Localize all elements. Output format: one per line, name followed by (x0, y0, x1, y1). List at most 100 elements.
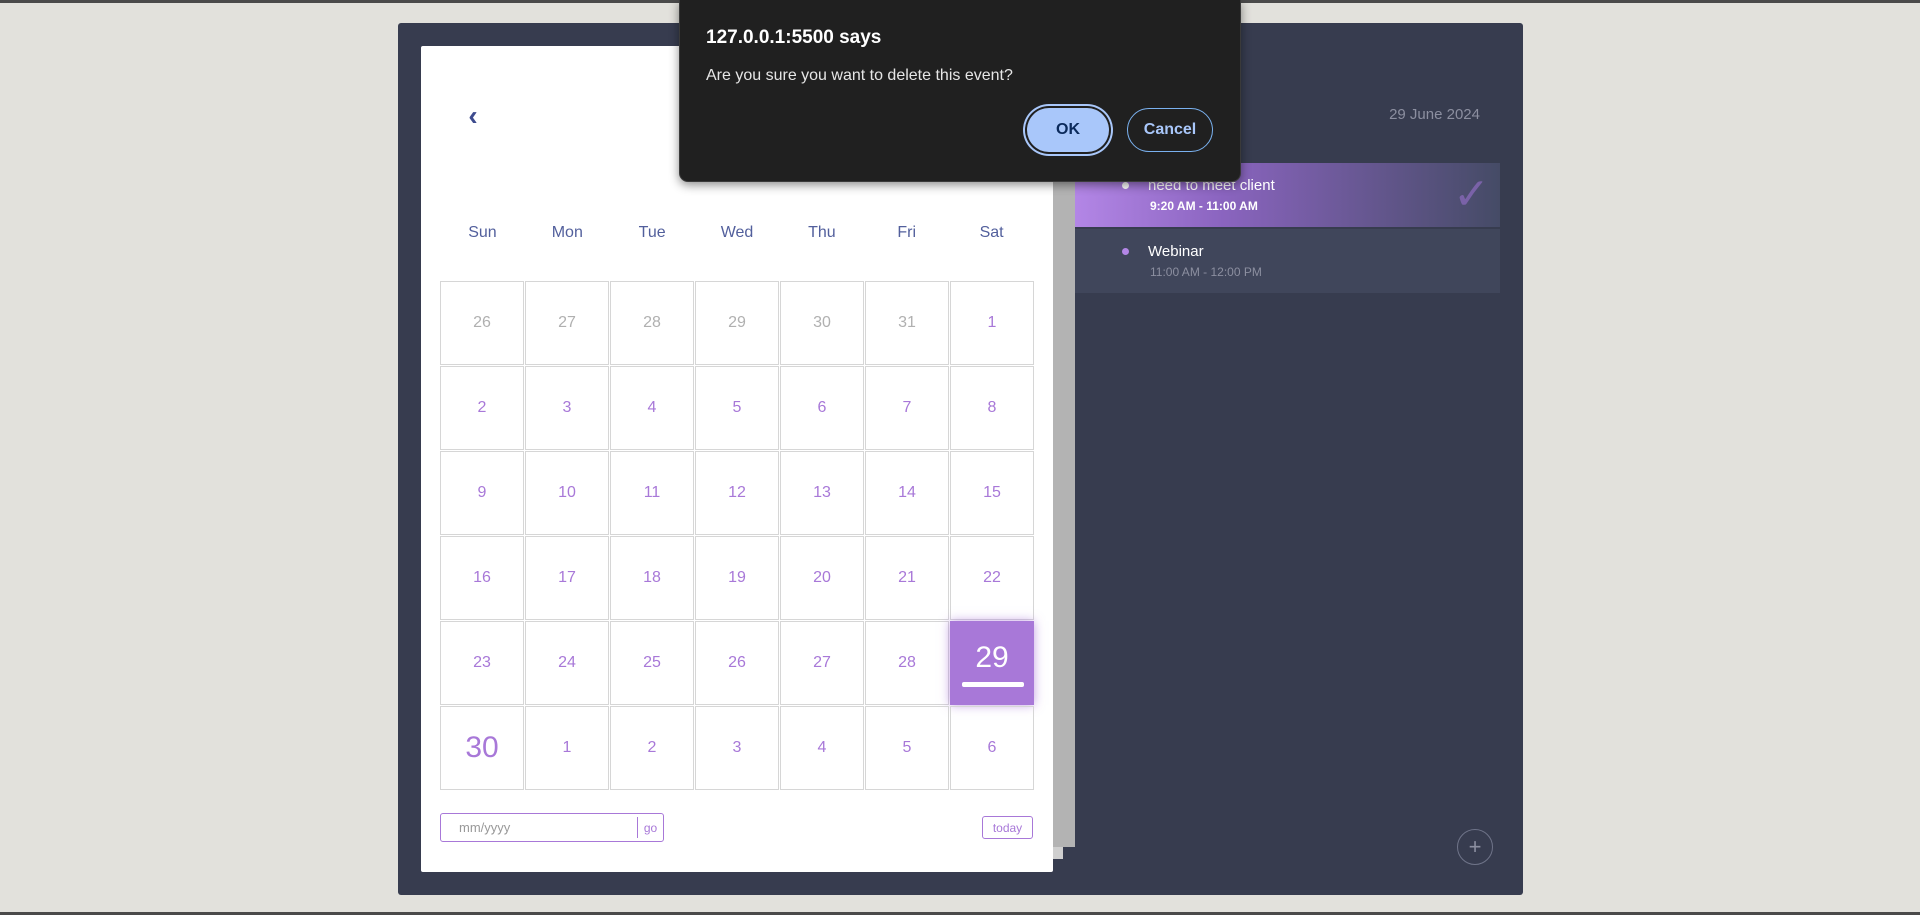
day-cell[interactable]: 26 (440, 281, 524, 365)
event-dot-icon (1122, 182, 1129, 189)
event-item[interactable]: Webinar 11:00 AM - 12:00 PM (1075, 229, 1500, 293)
dialog-title: 127.0.0.1:5500 says (706, 27, 882, 48)
day-cell[interactable]: 14 (865, 451, 949, 535)
weekday-header: Sun Mon Tue Wed Thu Fri Sat (440, 224, 1034, 242)
day-number: 25 (643, 654, 661, 671)
day-cell[interactable]: 8 (950, 366, 1034, 450)
day-cell[interactable]: 6 (950, 706, 1034, 790)
day-number: 21 (898, 569, 916, 586)
day-number: 4 (817, 739, 827, 756)
weekday-label: Tue (638, 224, 666, 241)
day-cell[interactable]: 16 (440, 536, 524, 620)
day-number: 8 (987, 399, 997, 416)
day-number: 30 (465, 731, 499, 764)
day-number: 13 (813, 484, 831, 501)
day-cell[interactable]: 27 (780, 621, 864, 705)
check-icon[interactable]: ✓ (1453, 173, 1490, 217)
day-cell[interactable]: 4 (610, 366, 694, 450)
day-cell[interactable]: 1 (950, 281, 1034, 365)
day-cell[interactable]: 17 (525, 536, 609, 620)
cancel-button[interactable]: Cancel (1127, 108, 1213, 152)
day-cell[interactable]: 27 (525, 281, 609, 365)
day-cell[interactable]: 28 (610, 281, 694, 365)
day-cell[interactable]: 1 (525, 706, 609, 790)
weekday-label: Sun (468, 224, 497, 241)
day-number: 15 (983, 484, 1001, 501)
day-grid: 26 27 28 29 30 31 1 2 3 4 5 6 7 8 9 10 11 12 13 14 15 16 17 18 1… (440, 281, 1034, 790)
day-number: 14 (898, 484, 916, 501)
day-cell[interactable]: 10 (525, 451, 609, 535)
day-number: 20 (813, 569, 831, 586)
day-number: 2 (647, 739, 657, 756)
event-time: 11:00 AM - 12:00 PM (1150, 265, 1262, 279)
day-cell[interactable]: 31 (865, 281, 949, 365)
day-number: 3 (732, 739, 742, 756)
weekday-label: Mon (551, 224, 583, 241)
day-cell[interactable]: 3 (525, 366, 609, 450)
day-number: 29 (975, 641, 1009, 674)
ok-button[interactable]: OK (1027, 108, 1109, 152)
selected-underline (962, 682, 1024, 687)
day-number: 2 (477, 399, 487, 416)
day-number: 16 (473, 569, 491, 586)
day-number: 4 (647, 399, 657, 416)
day-cell[interactable]: 25 (610, 621, 694, 705)
day-number: 24 (558, 654, 576, 671)
day-cell[interactable]: 28 (865, 621, 949, 705)
day-cell[interactable]: 21 (865, 536, 949, 620)
today-button[interactable]: today (982, 816, 1033, 839)
day-cell[interactable]: 5 (865, 706, 949, 790)
day-cell[interactable]: 26 (695, 621, 779, 705)
day-cell[interactable]: 13 (780, 451, 864, 535)
event-date: 29 June 2024 (1389, 106, 1480, 123)
event-time: 9:20 AM - 11:00 AM (1150, 199, 1258, 213)
day-cell[interactable]: 5 (695, 366, 779, 450)
day-number: 31 (898, 314, 916, 331)
weekday-label: Sat (979, 224, 1004, 241)
day-cell[interactable]: 24 (525, 621, 609, 705)
day-number: 29 (728, 314, 746, 331)
day-number: 22 (983, 569, 1001, 586)
day-number: 23 (473, 654, 491, 671)
day-cell[interactable]: 6 (780, 366, 864, 450)
day-cell[interactable]: 15 (950, 451, 1034, 535)
event-dot-icon (1122, 248, 1129, 255)
day-number: 11 (643, 484, 661, 501)
day-cell-selected[interactable]: 29 (950, 621, 1034, 705)
day-cell[interactable]: 30 (780, 281, 864, 365)
day-cell[interactable]: 7 (865, 366, 949, 450)
day-cell[interactable]: 4 (780, 706, 864, 790)
day-cell[interactable]: 20 (780, 536, 864, 620)
day-number: 9 (477, 484, 487, 501)
day-cell[interactable]: 19 (695, 536, 779, 620)
goto-date-input[interactable] (441, 814, 637, 841)
day-cell[interactable]: 12 (695, 451, 779, 535)
day-cell[interactable]: 18 (610, 536, 694, 620)
day-number: 10 (558, 484, 576, 501)
day-cell[interactable]: 9 (440, 451, 524, 535)
day-cell[interactable]: 2 (440, 366, 524, 450)
day-number: 6 (987, 739, 997, 756)
day-cell[interactable]: 29 (695, 281, 779, 365)
day-cell[interactable]: 30 (440, 706, 524, 790)
day-number: 3 (562, 399, 572, 416)
day-number: 6 (817, 399, 827, 416)
day-number: 26 (728, 654, 746, 671)
day-number: 26 (473, 314, 491, 331)
day-cell[interactable]: 22 (950, 536, 1034, 620)
day-number: 1 (562, 739, 572, 756)
day-cell[interactable]: 11 (610, 451, 694, 535)
day-number: 12 (728, 484, 746, 501)
goto-date-form: go (440, 813, 664, 842)
day-number: 5 (902, 739, 912, 756)
day-cell[interactable]: 3 (695, 706, 779, 790)
chevron-left-icon[interactable]: ‹ (461, 102, 485, 130)
event-title: Webinar (1148, 243, 1204, 260)
day-number: 18 (643, 569, 661, 586)
day-cell[interactable]: 23 (440, 621, 524, 705)
day-number: 27 (558, 314, 576, 331)
plus-icon[interactable]: + (1457, 829, 1493, 865)
day-number: 27 (813, 654, 831, 671)
go-button[interactable]: go (637, 817, 663, 838)
day-cell[interactable]: 2 (610, 706, 694, 790)
